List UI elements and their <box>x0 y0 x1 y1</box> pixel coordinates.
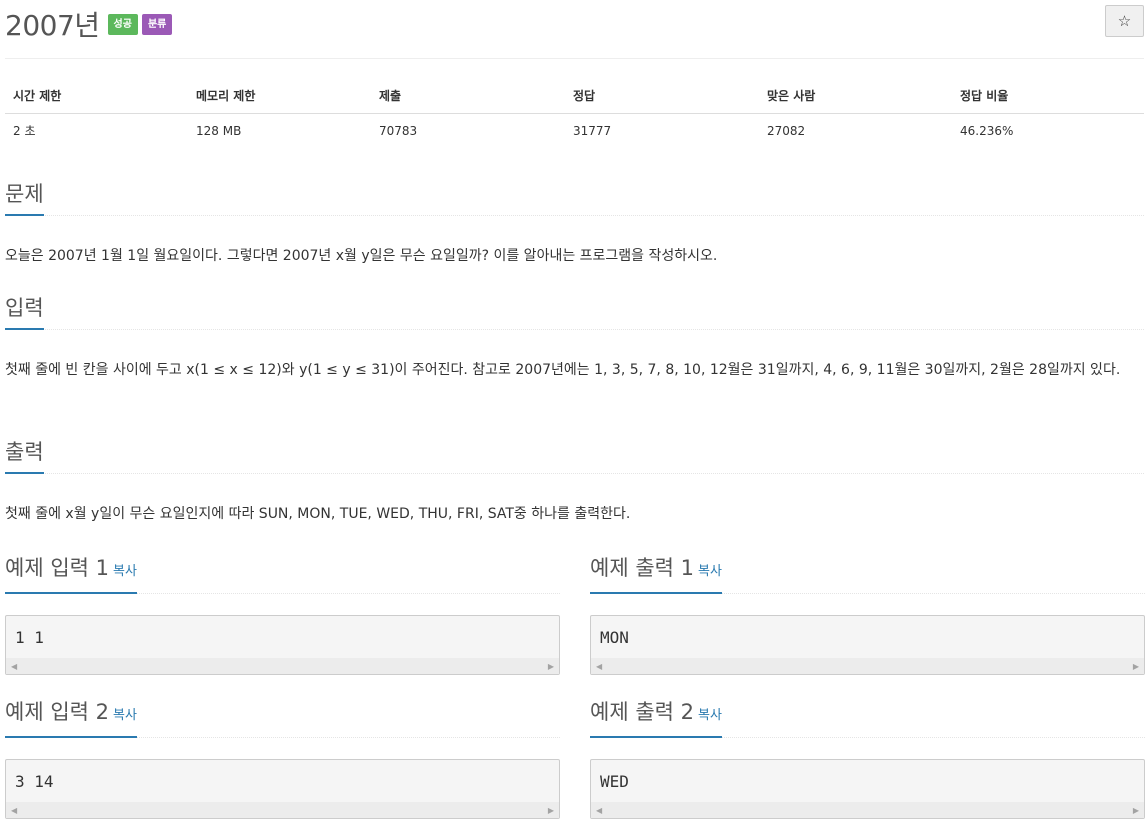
copy-output-1-link[interactable]: 복사 <box>698 564 722 579</box>
example-output-1-header: 예제 출력 1 복사 <box>590 554 1145 594</box>
value-memory-limit: 128 MB <box>196 123 242 138</box>
output-heading: 출력 <box>5 438 44 474</box>
example-output-1-heading: 예제 출력 1 <box>590 556 694 580</box>
example-input-1-code: 1 1 <box>15 628 44 647</box>
example-output-1-code: MON <box>600 628 629 647</box>
divider <box>5 58 1144 59</box>
copy-input-1-link[interactable]: 복사 <box>113 564 137 579</box>
example-output-2-header: 예제 출력 2 복사 <box>590 698 1145 738</box>
scroll-left-icon[interactable]: ◀ <box>596 806 602 815</box>
example-output-2-box[interactable]: WED ◀ ▶ <box>590 759 1145 819</box>
value-time-limit: 2 초 <box>13 124 36 139</box>
scroll-right-icon[interactable]: ▶ <box>1133 662 1139 671</box>
scroll-left-icon[interactable]: ◀ <box>11 662 17 671</box>
example-input-2-heading: 예제 입력 2 <box>5 700 109 724</box>
input-heading: 입력 <box>5 294 44 330</box>
value-ratio: 46.236% <box>960 123 1014 138</box>
header-accepted: 정답 <box>565 78 759 114</box>
star-button[interactable]: ☆ <box>1105 5 1144 37</box>
example-input-2-header: 예제 입력 2 복사 <box>5 698 560 738</box>
example-output-1-box[interactable]: MON ◀ ▶ <box>590 615 1145 675</box>
scroll-left-icon[interactable]: ◀ <box>596 662 602 671</box>
table-row: 2 초 128 MB 70783 31777 27082 46.236% <box>5 113 1144 148</box>
output-description: 첫째 줄에 x월 y일이 무슨 요일인지에 따라 SUN, MON, TUE, … <box>5 506 631 522</box>
input-description: 첫째 줄에 빈 칸을 사이에 두고 x(1 ≤ x ≤ 12)와 y(1 ≤ y… <box>5 362 1121 378</box>
problem-heading: 문제 <box>5 180 44 216</box>
example-input-1-box[interactable]: 1 1 ◀ ▶ <box>5 615 560 675</box>
output-section-header: 출력 <box>5 438 1144 474</box>
page-title: 2007년 <box>5 9 100 42</box>
horizontal-scrollbar[interactable]: ◀ ▶ <box>591 802 1144 818</box>
problem-section-header: 문제 <box>5 180 1144 216</box>
copy-output-2-link[interactable]: 복사 <box>698 708 722 723</box>
problem-header: 2007년 성공 분류 <box>5 4 173 44</box>
problem-info-table: 시간 제한 메모리 제한 제출 정답 맞은 사람 정답 비율 2 초 128 M… <box>5 78 1144 148</box>
value-solvers: 27082 <box>767 123 806 138</box>
scroll-right-icon[interactable]: ▶ <box>548 662 554 671</box>
scroll-right-icon[interactable]: ▶ <box>548 806 554 815</box>
example-input-2-code: 3 14 <box>15 772 54 791</box>
horizontal-scrollbar[interactable]: ◀ ▶ <box>6 802 559 818</box>
success-badge[interactable]: 성공 <box>107 13 138 35</box>
example-input-2-box[interactable]: 3 14 ◀ ▶ <box>5 759 560 819</box>
example-output-2-heading: 예제 출력 2 <box>590 700 694 724</box>
copy-input-2-link[interactable]: 복사 <box>113 708 137 723</box>
problem-description: 오늘은 2007년 1월 1일 월요일이다. 그렇다면 2007년 x월 y일은… <box>5 248 718 264</box>
scroll-right-icon[interactable]: ▶ <box>1133 806 1139 815</box>
scroll-left-icon[interactable]: ◀ <box>11 806 17 815</box>
input-section-header: 입력 <box>5 294 1144 330</box>
header-submissions: 제출 <box>371 78 565 114</box>
header-ratio: 정답 비율 <box>952 78 1144 114</box>
horizontal-scrollbar[interactable]: ◀ ▶ <box>6 658 559 674</box>
horizontal-scrollbar[interactable]: ◀ ▶ <box>591 658 1144 674</box>
value-submissions: 70783 <box>379 123 418 138</box>
header-memory-limit: 메모리 제한 <box>188 78 371 114</box>
value-accepted: 31777 <box>573 123 612 138</box>
example-input-1-heading: 예제 입력 1 <box>5 556 109 580</box>
example-output-2-code: WED <box>600 772 629 791</box>
header-solvers: 맞은 사람 <box>759 78 952 114</box>
star-icon: ☆ <box>1117 12 1132 30</box>
header-time-limit: 시간 제한 <box>5 78 188 114</box>
table-header-row: 시간 제한 메모리 제한 제출 정답 맞은 사람 정답 비율 <box>5 78 1144 114</box>
category-badge[interactable]: 분류 <box>141 13 173 35</box>
example-input-1-header: 예제 입력 1 복사 <box>5 554 560 594</box>
